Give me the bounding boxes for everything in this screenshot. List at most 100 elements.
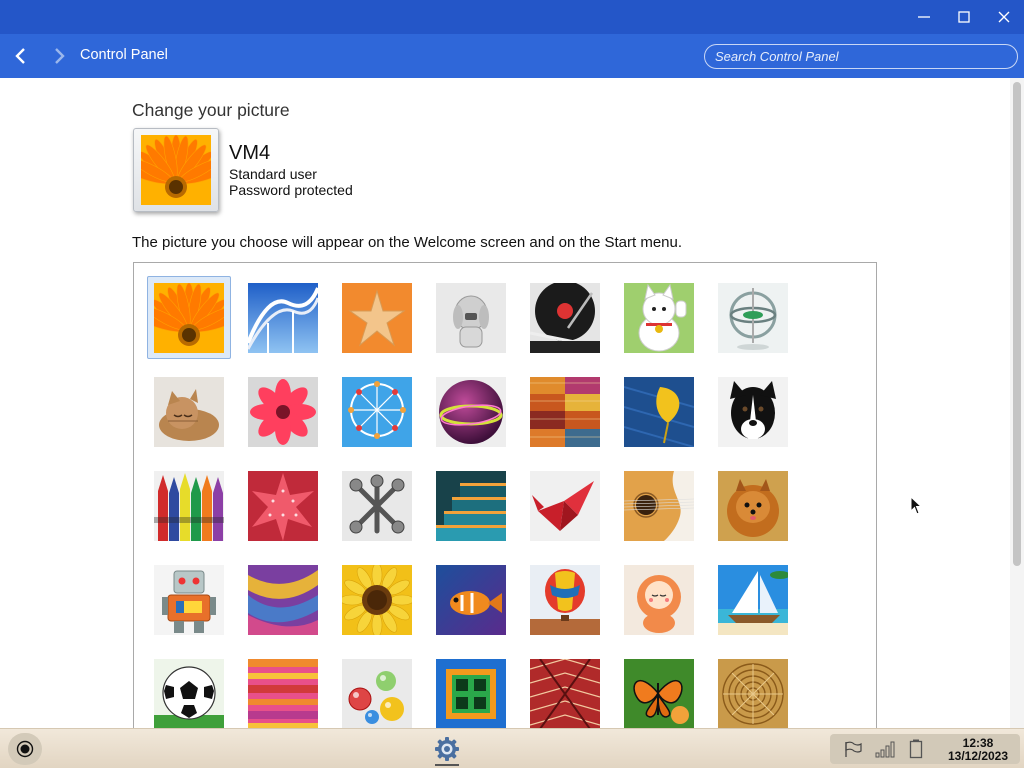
maximize-button[interactable] (944, 0, 984, 34)
picture-fish[interactable] (436, 565, 506, 635)
ball-picture (436, 377, 506, 447)
sunflower-picture (342, 565, 412, 635)
picture-guitar[interactable] (624, 471, 694, 541)
taskbar-settings-app[interactable] (430, 731, 464, 767)
picture-ferris-wheel[interactable] (342, 377, 412, 447)
close-icon (998, 11, 1010, 23)
picture-jack[interactable] (342, 471, 412, 541)
back-button[interactable] (6, 42, 34, 70)
picture-origami-crane[interactable] (530, 471, 600, 541)
flower-orange-picture (154, 283, 224, 353)
picture-fabric-stripes[interactable] (248, 659, 318, 728)
picture-flower-orange[interactable] (154, 283, 224, 353)
vertical-scrollbar[interactable] (1010, 78, 1024, 728)
picture-window[interactable] (436, 659, 506, 728)
scarves-picture (248, 565, 318, 635)
sailboat-picture (718, 565, 788, 635)
picture-scarves[interactable] (248, 565, 318, 635)
start-button[interactable] (8, 733, 42, 765)
picture-soccer-ball[interactable] (154, 659, 224, 728)
user-name: VM4 (229, 142, 271, 164)
picture-leaf[interactable] (624, 377, 694, 447)
stairs-picture (436, 471, 506, 541)
picture-toy-robot[interactable] (154, 565, 224, 635)
kitten-picture (154, 377, 224, 447)
main-content: Change your picture VM4 Standard user Pa… (0, 78, 1024, 728)
picture-gyroscope[interactable] (718, 283, 788, 353)
crayons-picture (154, 471, 224, 541)
picture-textile[interactable] (530, 377, 600, 447)
forward-button[interactable] (46, 42, 74, 70)
picture-sailboat[interactable] (718, 565, 788, 635)
fabric-stripes-picture (248, 659, 318, 728)
search-box[interactable] (704, 44, 1018, 69)
starfish-picture (342, 283, 412, 353)
picture-basket[interactable] (718, 659, 788, 728)
network-icon (875, 741, 895, 758)
picture-robot-dog[interactable] (436, 283, 506, 353)
hot-air-balloon-picture (530, 565, 600, 635)
doll-picture (624, 565, 694, 635)
flag-button[interactable] (842, 739, 864, 759)
jack-picture (342, 471, 412, 541)
scrollbar-thumb[interactable] (1013, 82, 1021, 566)
close-button[interactable] (984, 0, 1024, 34)
user-account-type: Standard user (229, 166, 317, 182)
picture-stairs[interactable] (436, 471, 506, 541)
picture-star-lantern[interactable] (248, 471, 318, 541)
start-icon (16, 740, 34, 758)
window-picture (436, 659, 506, 728)
taskbar: 12:38 13/12/2023 (0, 728, 1024, 768)
mouse-cursor-icon (910, 496, 923, 515)
network-button[interactable] (874, 739, 896, 759)
system-tray: 12:38 13/12/2023 (830, 734, 1020, 764)
fish-picture (436, 565, 506, 635)
picture-hot-air-balloon[interactable] (530, 565, 600, 635)
current-user-picture (133, 128, 219, 212)
picture-turntable[interactable] (530, 283, 600, 353)
gyroscope-picture (718, 283, 788, 353)
picture-roller-coaster[interactable] (248, 283, 318, 353)
picture-doll[interactable] (624, 565, 694, 635)
leaf-picture (624, 377, 694, 447)
active-app-indicator (435, 764, 459, 766)
guitar-picture (624, 471, 694, 541)
minimize-button[interactable] (904, 0, 944, 34)
search-input[interactable] (705, 45, 1017, 68)
picture-description: The picture you choose will appear on th… (132, 234, 683, 251)
picture-ball[interactable] (436, 377, 506, 447)
origami-crane-picture (530, 471, 600, 541)
picture-crayons[interactable] (154, 471, 224, 541)
rug-picture (530, 659, 600, 728)
picture-dog-pomeranian[interactable] (718, 471, 788, 541)
flower-pink-picture (248, 377, 318, 447)
clock-date[interactable]: 13/12/2023 (938, 749, 1018, 763)
lucky-cat-picture (624, 283, 694, 353)
picture-dog-border-collie[interactable] (718, 377, 788, 447)
breadcrumb-control-panel[interactable]: Control Panel (80, 47, 168, 63)
ferris-wheel-picture (342, 377, 412, 447)
battery-icon (909, 739, 923, 759)
roller-coaster-picture (248, 283, 318, 353)
picture-butterfly[interactable] (624, 659, 694, 728)
navigation-bar: Control Panel (0, 34, 1024, 78)
picture-rug[interactable] (530, 659, 600, 728)
picture-sunflower[interactable] (342, 565, 412, 635)
picture-kitten[interactable] (154, 377, 224, 447)
picture-starfish[interactable] (342, 283, 412, 353)
battery-button[interactable] (905, 739, 927, 759)
star-lantern-picture (248, 471, 318, 541)
picture-grid (133, 262, 877, 728)
maximize-icon (958, 11, 970, 23)
flag-icon (845, 741, 862, 757)
dog-pomeranian-picture (718, 471, 788, 541)
clock-time[interactable]: 12:38 (938, 736, 1018, 750)
minimize-icon (918, 16, 930, 18)
picture-lucky-cat[interactable] (624, 283, 694, 353)
picture-marbles[interactable] (342, 659, 412, 728)
toy-robot-picture (154, 565, 224, 635)
robot-dog-picture (436, 283, 506, 353)
picture-flower-pink[interactable] (248, 377, 318, 447)
dog-border-collie-picture (718, 377, 788, 447)
turntable-picture (530, 283, 600, 353)
